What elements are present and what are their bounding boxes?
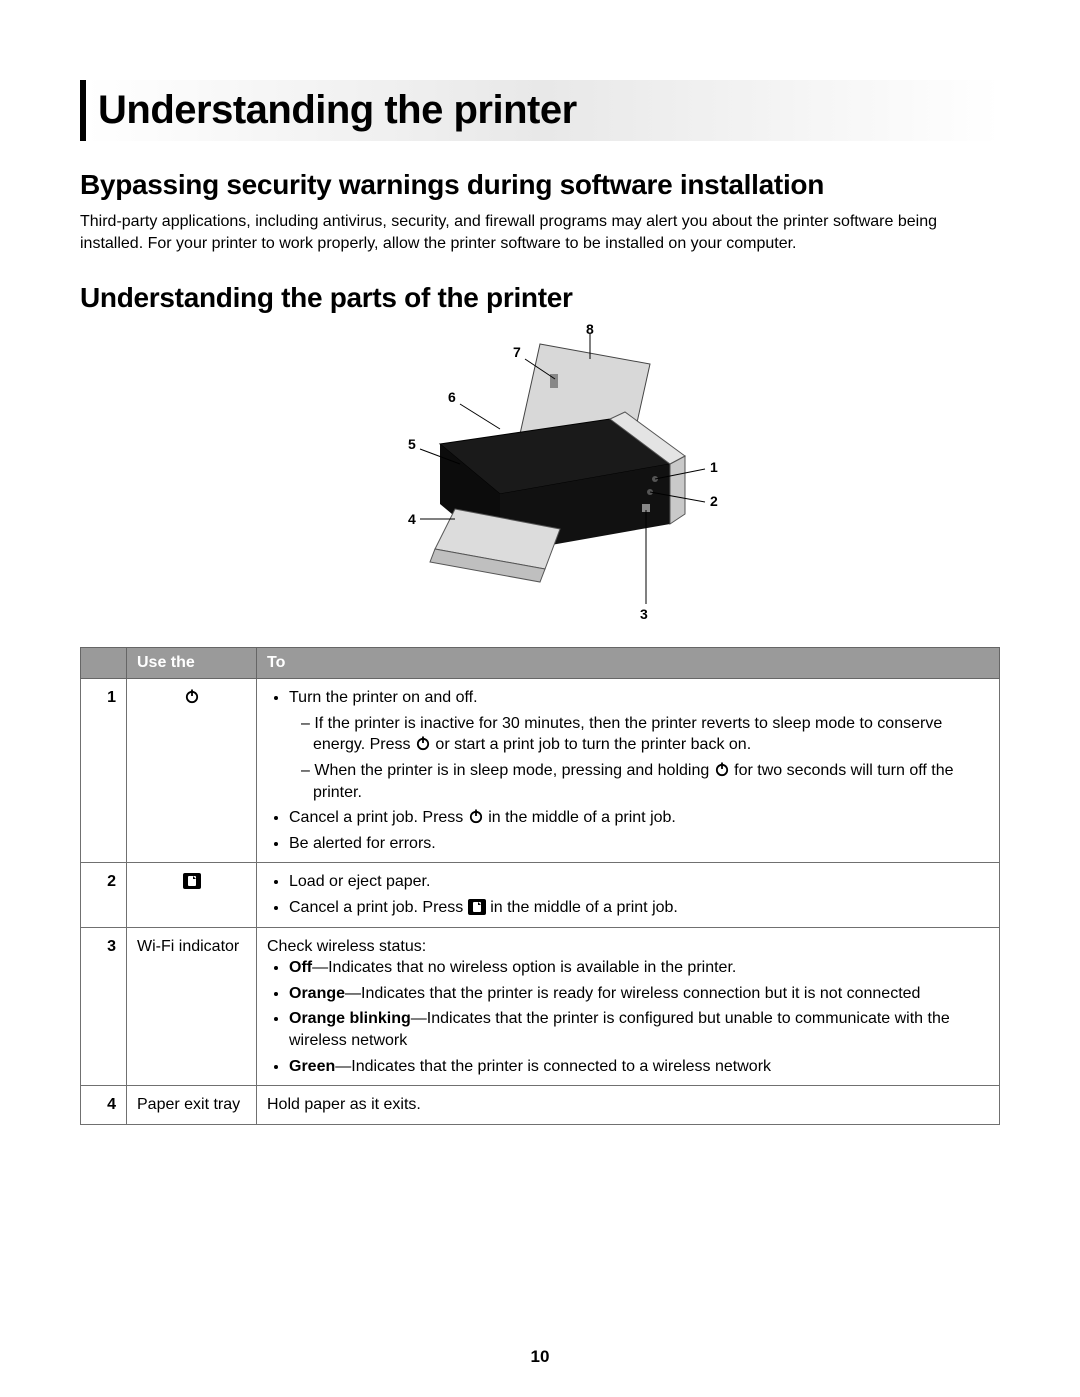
row-use <box>127 679 257 863</box>
table-row: 1 Turn the printer on and off.If the prin… <box>81 679 1000 863</box>
row-to: Check wireless status:Off—Indicates that… <box>257 927 1000 1086</box>
power-icon <box>714 761 730 777</box>
printer-diagram: 1 2 3 4 5 6 7 8 <box>80 324 1000 629</box>
diagram-callout-2: 2 <box>710 493 718 509</box>
chapter-title: Understanding the printer <box>80 80 1000 141</box>
row-to: Load or eject paper. Cancel a print job. … <box>257 863 1000 927</box>
paper-feed-icon <box>468 899 486 915</box>
row-number: 2 <box>81 863 127 927</box>
diagram-callout-5: 5 <box>408 436 416 452</box>
list-item: Orange blinking—Indicates that the print… <box>289 1008 989 1051</box>
power-icon <box>184 688 200 704</box>
diagram-callout-7: 7 <box>513 344 521 360</box>
list-subitem: If the printer is inactive for 30 minute… <box>301 713 989 756</box>
table-row: 3Wi-Fi indicatorCheck wireless status:Of… <box>81 927 1000 1086</box>
section-heading-bypass: Bypassing security warnings during softw… <box>80 169 1000 201</box>
power-icon <box>415 735 431 751</box>
row-use: Wi-Fi indicator <box>127 927 257 1086</box>
row-number: 3 <box>81 927 127 1086</box>
list-item: Cancel a print job. Press in the middle … <box>289 807 989 829</box>
section-body-bypass: Third-party applications, including anti… <box>80 211 1000 254</box>
table-row: 4Paper exit trayHold paper as it exits. <box>81 1086 1000 1125</box>
paper-feed-icon <box>183 873 201 889</box>
row-to: Hold paper as it exits. <box>257 1086 1000 1125</box>
list-subitem: When the printer is in sleep mode, press… <box>301 760 989 803</box>
diagram-callout-3: 3 <box>640 606 648 622</box>
list-item: Orange—Indicates that the printer is rea… <box>289 983 989 1005</box>
list-item: Load or eject paper. <box>289 871 989 893</box>
list-item: Be alerted for errors. <box>289 833 989 855</box>
section-heading-parts: Understanding the parts of the printer <box>80 282 1000 314</box>
list-item: Off—Indicates that no wireless option is… <box>289 957 989 979</box>
row-to: Turn the printer on and off.If the print… <box>257 679 1000 863</box>
power-icon <box>468 808 484 824</box>
list-item: Cancel a print job. Press in the middle … <box>289 897 989 919</box>
table-header-blank <box>81 648 127 679</box>
row-use <box>127 863 257 927</box>
table-row: 2 Load or eject paper. Cancel a print job.… <box>81 863 1000 927</box>
row-number: 1 <box>81 679 127 863</box>
list-item: Green—Indicates that the printer is conn… <box>289 1056 989 1078</box>
diagram-callout-1: 1 <box>710 459 718 475</box>
parts-table: Use the To 1 Turn the printer on and off.… <box>80 647 1000 1125</box>
row-number: 4 <box>81 1086 127 1125</box>
table-header-use: Use the <box>127 648 257 679</box>
page-number: 10 <box>0 1347 1080 1367</box>
diagram-callout-4: 4 <box>408 511 416 527</box>
table-header-to: To <box>257 648 1000 679</box>
list-item: Turn the printer on and off.If the print… <box>289 687 989 803</box>
row-use: Paper exit tray <box>127 1086 257 1125</box>
diagram-callout-8: 8 <box>586 324 594 337</box>
diagram-callout-6: 6 <box>448 389 456 405</box>
